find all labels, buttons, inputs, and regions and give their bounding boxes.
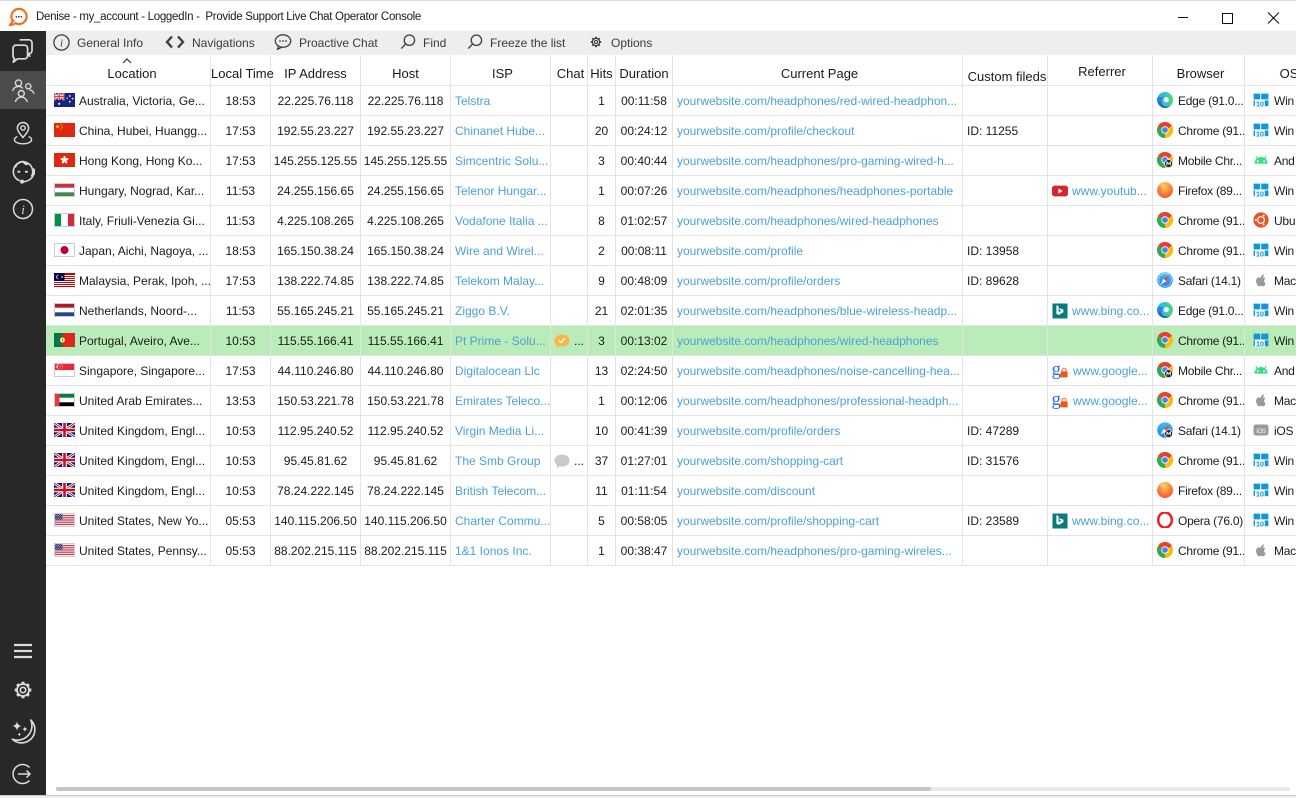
svg-text:10: 10 — [1256, 99, 1264, 108]
svg-text:10: 10 — [1256, 309, 1264, 318]
svg-text:10: 10 — [1256, 459, 1264, 468]
svg-text:10: 10 — [1256, 339, 1264, 348]
svg-text:g: g — [1052, 362, 1062, 379]
svg-text:iOS: iOS — [1256, 429, 1266, 435]
svg-text:10: 10 — [1256, 129, 1264, 138]
svg-text:10: 10 — [1256, 489, 1264, 498]
svg-text:i: i — [21, 202, 25, 217]
svg-text:10: 10 — [1256, 189, 1264, 198]
svg-text:i: i — [60, 38, 63, 50]
svg-text:10: 10 — [1256, 249, 1264, 258]
svg-text:10: 10 — [1256, 519, 1264, 528]
svg-text:g: g — [1052, 392, 1062, 409]
